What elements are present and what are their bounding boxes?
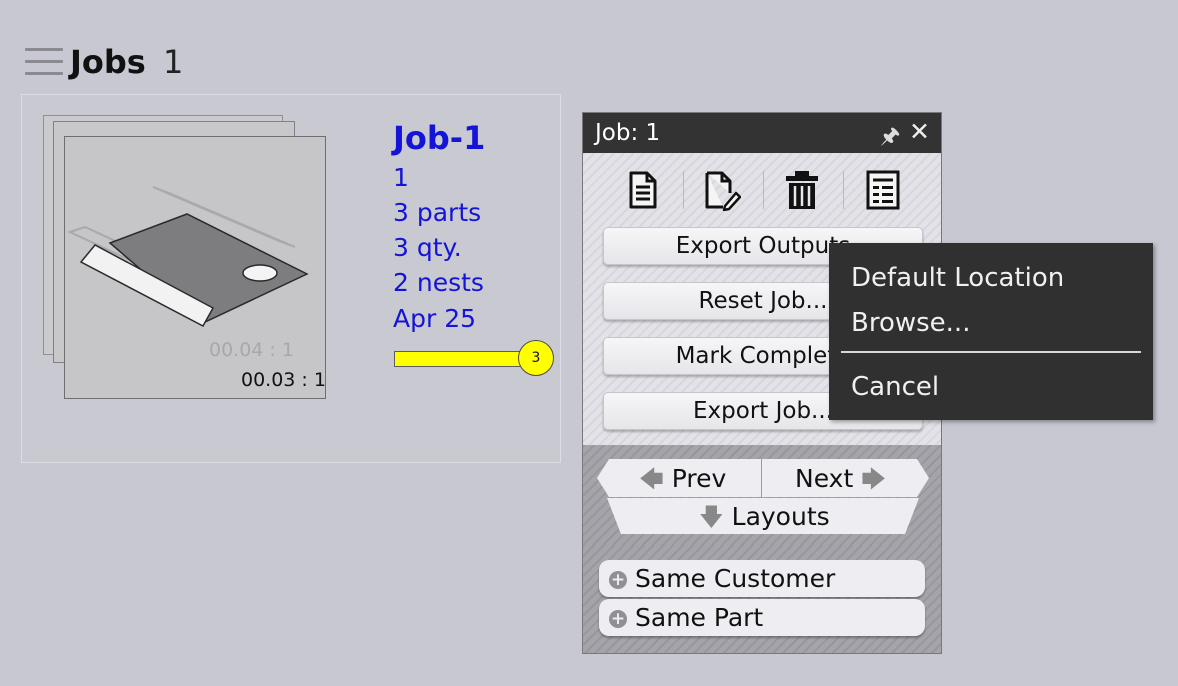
menu-item-browse[interactable]: Browse... — [851, 308, 970, 338]
job-quantity: 3 qty. — [393, 233, 462, 262]
pin-icon[interactable]: 🖈 — [880, 119, 900, 157]
job-name-link[interactable]: Job-1 — [393, 119, 485, 157]
close-icon[interactable]: ✕ — [909, 117, 930, 146]
job-card[interactable]: 00.04 : 1 00.03 : 1 Job-1 1 3 parts 3 qt… — [21, 94, 561, 463]
nav-divider — [761, 459, 762, 497]
prev-button[interactable]: 🡄 Prev — [639, 462, 726, 503]
next-label: Next — [795, 464, 854, 493]
document-icon[interactable] — [623, 169, 663, 211]
filter-area: + Same Customer + Same Part — [583, 545, 941, 653]
job-date: Apr 25 — [393, 304, 477, 333]
toolbar-divider — [683, 171, 684, 209]
next-button[interactable]: Next 🡆 — [795, 462, 886, 503]
same-customer-label: Same Customer — [635, 564, 836, 593]
page-title: Jobs — [70, 43, 146, 81]
edit-document-icon[interactable] — [701, 169, 742, 212]
hamburger-menu-icon[interactable] — [25, 48, 63, 76]
menu-item-default-location[interactable]: Default Location — [851, 263, 1064, 293]
navigation-area: 🡄 Prev Next 🡆 🡇 Layouts — [583, 445, 941, 545]
arrow-right-icon: 🡆 — [861, 465, 886, 493]
job-panel-title: Job: 1 — [595, 120, 661, 146]
same-part-label: Same Part — [635, 603, 764, 632]
export-outputs-context-menu: Default Location Browse... Cancel — [829, 243, 1153, 420]
layouts-button[interactable]: 🡇 Layouts — [699, 500, 830, 541]
job-count: 1 — [163, 43, 184, 81]
same-customer-button[interactable]: + Same Customer — [599, 560, 925, 597]
toolbar-divider — [763, 171, 764, 209]
nest-ratio: 00.03 : 1 — [241, 369, 326, 391]
job-progress-badge: 3 — [518, 340, 554, 376]
same-part-button[interactable]: + Same Part — [599, 599, 925, 636]
plus-circle-icon: + — [609, 609, 627, 629]
job-info-line: 1 — [393, 163, 409, 192]
prev-label: Prev — [671, 464, 727, 493]
menu-item-cancel[interactable]: Cancel — [851, 372, 939, 402]
arrow-down-icon: 🡇 — [699, 503, 724, 531]
job-nests: 2 nests — [393, 268, 484, 297]
menu-separator — [841, 351, 1141, 353]
job-progress-bar — [394, 351, 530, 367]
nest-ratio-ghost: 00.04 : 1 — [209, 339, 294, 361]
toolbar-divider — [843, 171, 844, 209]
trash-icon[interactable] — [782, 169, 822, 211]
layouts-label: Layouts — [731, 502, 830, 531]
job-parts: 3 parts — [393, 198, 482, 227]
arrow-left-icon: 🡄 — [639, 465, 664, 493]
plus-circle-icon: + — [609, 570, 627, 590]
report-icon[interactable] — [863, 169, 903, 211]
job-panel-header: Job: 1 🖈 ✕ — [583, 113, 941, 153]
